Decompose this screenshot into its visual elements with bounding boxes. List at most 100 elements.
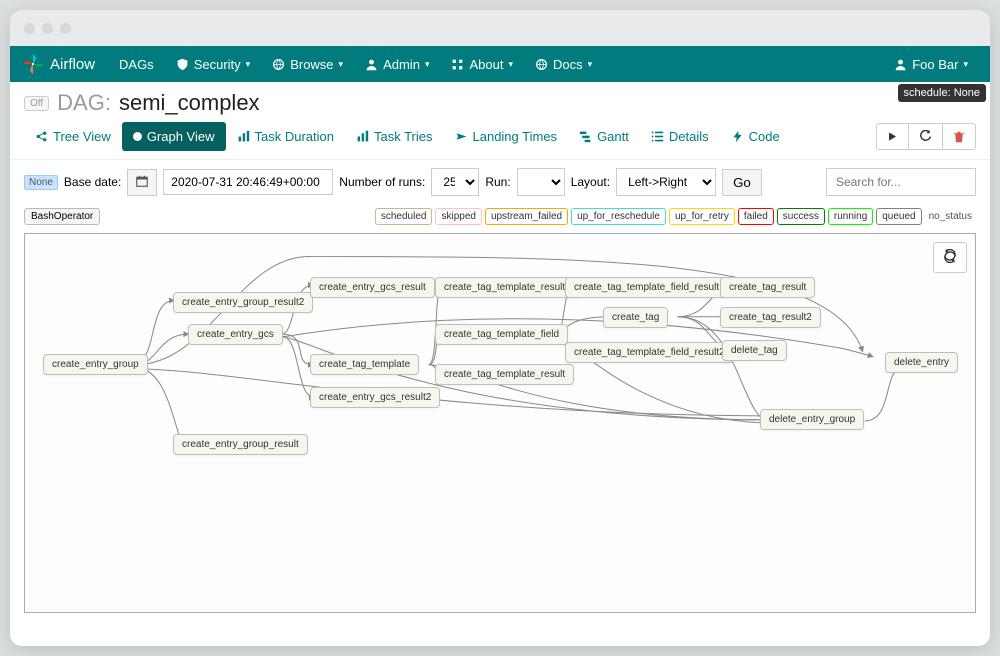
caret-icon: ▾ xyxy=(508,59,513,70)
globe-icon xyxy=(535,58,548,71)
nav-docs[interactable]: Docs ▾ xyxy=(525,51,602,78)
tab-details[interactable]: Details xyxy=(640,122,720,151)
browser-window: Airflow DAGs Security▾ Browse▾ Admin▾ xyxy=(10,10,990,646)
refresh-button[interactable] xyxy=(908,123,943,150)
legend-row: BashOperator scheduled skipped upstream_… xyxy=(10,204,990,233)
task-node[interactable]: create_tag_result xyxy=(720,277,815,298)
base-date-input[interactable] xyxy=(163,169,333,195)
dag-name: semi_complex xyxy=(119,90,260,116)
nav-security[interactable]: Security▾ xyxy=(166,51,261,78)
task-node[interactable]: create_tag_template_result xyxy=(435,364,574,385)
calendar-button[interactable] xyxy=(127,169,157,196)
task-node[interactable]: create_tag xyxy=(603,307,668,328)
layout-label: Layout: xyxy=(571,175,610,189)
caret-icon: ▾ xyxy=(339,59,344,70)
search-input[interactable] xyxy=(826,168,976,196)
plane-icon xyxy=(455,130,468,143)
state-skipped[interactable]: skipped xyxy=(435,208,481,225)
tab-tree-view[interactable]: Tree View xyxy=(24,122,122,151)
tab-label: Task Duration xyxy=(255,129,334,144)
task-node[interactable]: create_tag_template xyxy=(310,354,419,375)
task-node[interactable]: create_tag_template_field xyxy=(435,324,568,345)
state-running[interactable]: running xyxy=(828,208,873,225)
tab-gantt[interactable]: Gantt xyxy=(568,122,640,151)
bar-chart-icon xyxy=(237,130,250,143)
airflow-logo-icon xyxy=(22,53,44,75)
state-scheduled[interactable]: scheduled xyxy=(375,208,433,225)
tab-row: Tree View Graph View Task Duration Task … xyxy=(10,118,990,160)
task-node[interactable]: create_tag_result2 xyxy=(720,307,821,328)
nav-browse-label: Browse xyxy=(290,57,333,72)
tab-task-tries[interactable]: Task Tries xyxy=(345,122,444,151)
dag-prefix: DAG: xyxy=(57,90,111,116)
task-node[interactable]: create_entry_group_result2 xyxy=(173,292,313,313)
task-node[interactable]: delete_entry xyxy=(885,352,958,373)
task-node[interactable]: create_entry_gcs_result xyxy=(310,277,435,298)
state-up-for-retry[interactable]: up_for_retry xyxy=(669,208,735,225)
nav-user[interactable]: Foo Bar ▾ xyxy=(884,51,978,78)
num-runs-select[interactable]: 25 xyxy=(431,168,479,196)
brand[interactable]: Airflow xyxy=(22,53,95,75)
run-none-badge: None xyxy=(24,175,58,190)
dag-toggle[interactable]: Off xyxy=(24,96,49,111)
user-icon xyxy=(894,58,907,71)
refresh-graph-button[interactable] xyxy=(933,242,967,273)
state-upstream-failed[interactable]: upstream_failed xyxy=(485,208,568,225)
task-node[interactable]: create_entry_group xyxy=(43,354,148,375)
tab-task-duration[interactable]: Task Duration xyxy=(226,122,345,151)
nav-browse[interactable]: Browse ▾ xyxy=(262,51,353,78)
app-root: Airflow DAGs Security▾ Browse▾ Admin▾ xyxy=(10,46,990,646)
tab-code[interactable]: Code xyxy=(720,122,791,151)
task-node[interactable]: delete_tag xyxy=(722,340,787,361)
delete-dag-button[interactable] xyxy=(942,123,976,150)
tab-graph-view[interactable]: Graph View xyxy=(122,122,226,151)
state-queued[interactable]: queued xyxy=(876,208,921,225)
nav-user-label: Foo Bar xyxy=(912,57,958,72)
tab-label: Task Tries xyxy=(374,129,433,144)
caret-icon: ▾ xyxy=(246,59,251,70)
nav-items: DAGs Security▾ Browse▾ Admin▾ About▾ xyxy=(109,51,602,78)
caret-icon: ▾ xyxy=(588,59,593,70)
share-icon xyxy=(35,130,48,143)
nav-dags[interactable]: DAGs xyxy=(109,51,164,78)
nav-about-label: About xyxy=(469,57,503,72)
state-success[interactable]: success xyxy=(777,208,825,225)
base-date-label: Base date: xyxy=(64,175,121,189)
browser-titlebar xyxy=(10,10,990,46)
shield-icon xyxy=(176,58,189,71)
tab-label: Graph View xyxy=(147,129,215,144)
window-max-dot[interactable] xyxy=(60,23,71,34)
task-node[interactable]: create_tag_template_result2 xyxy=(435,277,580,298)
tab-landing-times[interactable]: Landing Times xyxy=(444,122,569,151)
nav-about[interactable]: About ▾ xyxy=(441,51,523,78)
go-button[interactable]: Go xyxy=(722,169,762,196)
nav-docs-label: Docs xyxy=(553,57,583,72)
navbar: Airflow DAGs Security▾ Browse▾ Admin▾ xyxy=(10,46,990,82)
schedule-badge: schedule: None xyxy=(898,84,986,102)
nav-admin-label: Admin xyxy=(383,57,420,72)
task-node[interactable]: create_entry_gcs_result2 xyxy=(310,387,440,408)
num-runs-label: Number of runs: xyxy=(339,175,425,189)
task-node[interactable]: delete_entry_group xyxy=(760,409,864,430)
nav-admin[interactable]: Admin▾ xyxy=(355,51,439,78)
run-label: Run: xyxy=(485,175,510,189)
graph-area[interactable]: create_entry_group create_entry_group_re… xyxy=(24,233,976,613)
trash-icon xyxy=(953,131,965,143)
task-node[interactable]: create_tag_template_field_result2 xyxy=(565,342,734,363)
caret-icon: ▾ xyxy=(963,59,968,70)
state-failed[interactable]: failed xyxy=(738,208,774,225)
state-up-for-reschedule[interactable]: up_for_reschedule xyxy=(571,208,666,225)
task-node[interactable]: create_entry_gcs xyxy=(188,324,283,345)
operator-badge[interactable]: BashOperator xyxy=(24,208,100,225)
run-select[interactable] xyxy=(517,168,565,196)
window-close-dot[interactable] xyxy=(24,23,35,34)
play-icon xyxy=(887,131,898,142)
dag-header: Off DAG: semi_complex xyxy=(10,82,990,118)
task-node[interactable]: create_entry_group_result xyxy=(173,434,308,455)
state-no-status[interactable]: no_status xyxy=(925,209,976,224)
task-node[interactable]: create_tag_template_field_result xyxy=(565,277,728,298)
layout-select[interactable]: Left->Right xyxy=(616,168,716,196)
trigger-dag-button[interactable] xyxy=(876,123,909,150)
window-min-dot[interactable] xyxy=(42,23,53,34)
brand-text: Airflow xyxy=(50,56,95,73)
